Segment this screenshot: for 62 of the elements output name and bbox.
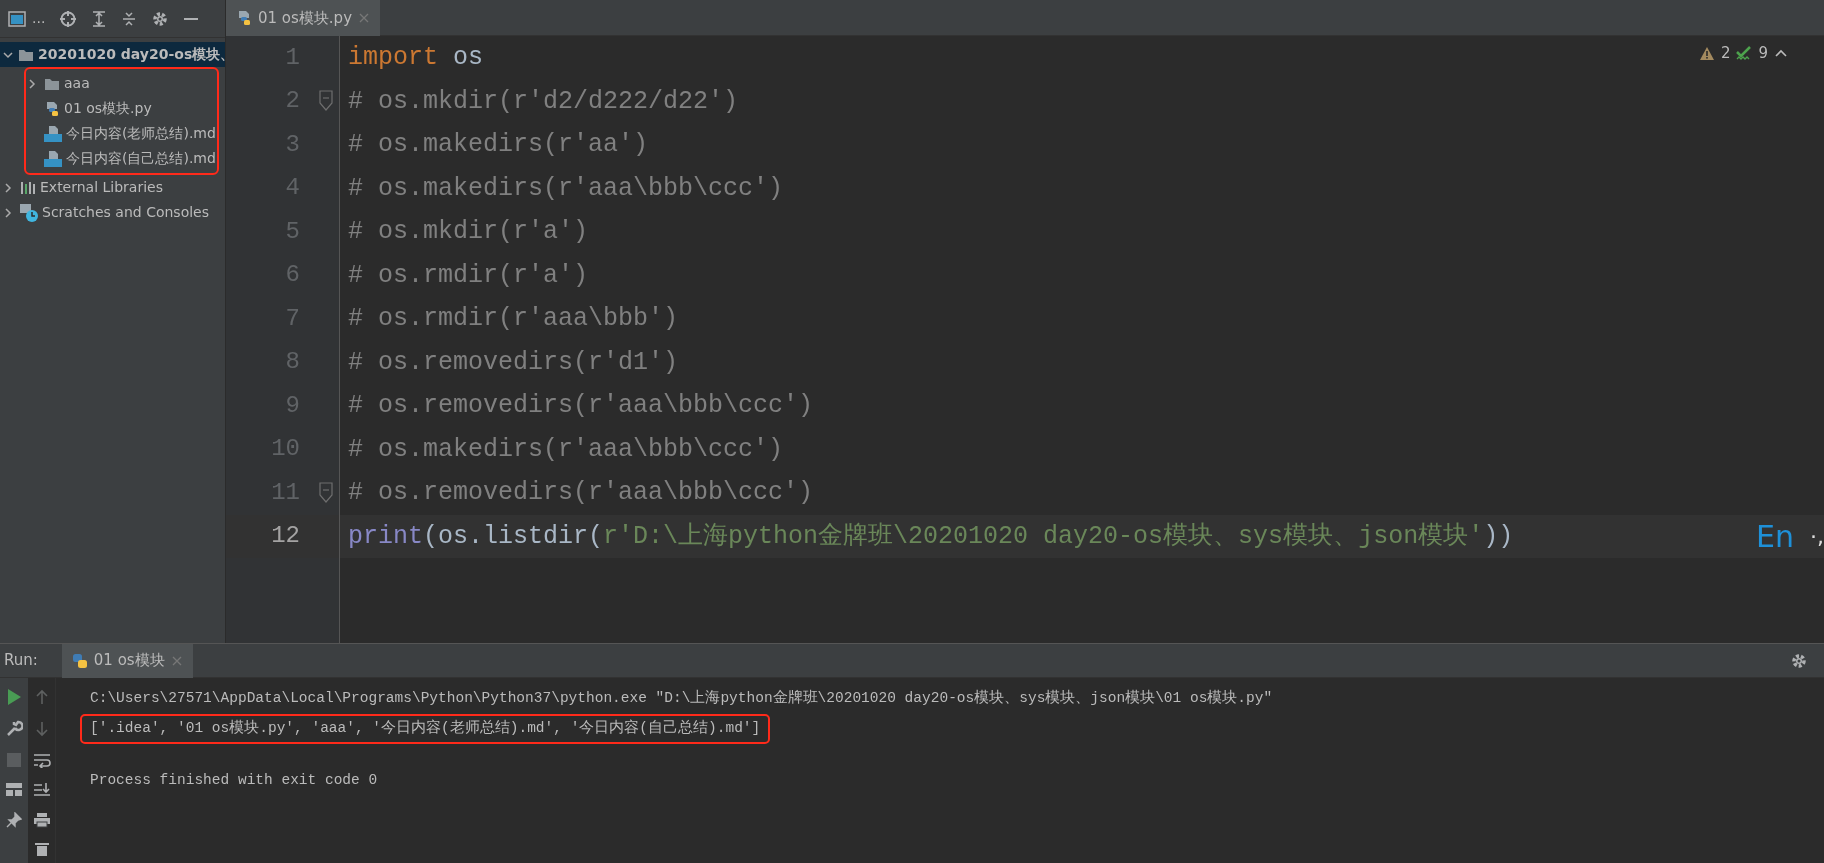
tree-item[interactable]: External Libraries — [0, 175, 225, 200]
collapse-all-icon[interactable] — [121, 9, 138, 28]
wrench-icon[interactable] — [5, 720, 23, 738]
code-line: # os.removedirs(r'd1') — [348, 346, 679, 379]
chevron-up-icon[interactable] — [1774, 48, 1788, 59]
code-line: # os.makedirs(r'aaa\bbb\ccc') — [348, 433, 784, 466]
code-line: import os — [348, 42, 484, 74]
settings-icon[interactable] — [1790, 651, 1808, 670]
code-line: # os.removedirs(r'aaa\bbb\ccc') — [348, 477, 814, 509]
code-line: # os.mkdir(r'd2/d222/d22') — [348, 85, 739, 118]
file-tab[interactable]: 01 os模块.py — [226, 0, 380, 36]
settings-icon[interactable] — [151, 9, 170, 28]
scroll-to-end-icon[interactable] — [32, 782, 51, 798]
line-number: 12 — [270, 521, 300, 552]
console-output: ['.idea', '01 os模块.py', 'aaa', '今日内容(老师总结).md', '今日内容(自己总结).md'] — [90, 718, 761, 739]
tree-item[interactable]: 01 os模块.py — [26, 96, 217, 121]
warning-icon — [1698, 45, 1715, 61]
warning-count: 2 — [1720, 43, 1731, 64]
code-line: # os.makedirs(r'aaa\bbb\ccc') — [348, 172, 784, 205]
python-file-icon — [236, 10, 252, 26]
code-line: print(os.listdir(r'D:\上海python金牌班\20201020 day20-os模块、sys模块、json模块')) — [348, 520, 1514, 553]
library-icon — [20, 180, 36, 195]
typo-count: 9 — [1758, 43, 1768, 64]
ime-punctuation-indicator: ·, — [1810, 522, 1824, 551]
run-icon[interactable] — [6, 688, 22, 706]
folder-icon — [44, 76, 60, 91]
tree-item[interactable]: Scratches and Consoles — [0, 200, 225, 225]
chevron-right-icon[interactable] — [2, 181, 14, 194]
markdown-file-icon — [44, 125, 62, 142]
process-status: Process finished with exit code 0 — [90, 771, 378, 791]
code-line: # os.removedirs(r'aaa\bbb\ccc') — [348, 390, 814, 422]
markdown-file-icon — [44, 150, 62, 167]
tree-item[interactable]: 20201020 day20-os模块、 — [0, 42, 225, 67]
code-line: # os.mkdir(r'a') — [348, 216, 589, 248]
panel-title: ... — [32, 9, 46, 28]
code-line: # os.rmdir(r'aaa\bbb') — [348, 303, 679, 335]
command-line-text: C:\Users\27571\AppData\Local\Programs\Python\Python37\python.exe "D:\上海python金牌班\20201020 day20-os模块、sys模块、json模块\01 os模块.py" — [90, 688, 1273, 709]
tree-item[interactable]: 今日内容(自己总结).md — [26, 146, 217, 171]
tree-item[interactable]: 今日内容(老师总结).md — [26, 121, 217, 146]
print-icon[interactable] — [32, 812, 51, 828]
locate-target-icon[interactable] — [59, 9, 78, 28]
expand-all-icon[interactable] — [91, 9, 108, 28]
code-line: # os.rmdir(r'a') — [348, 259, 589, 292]
folder-icon — [18, 47, 34, 62]
soft-wrap-icon[interactable] — [32, 752, 51, 768]
code-line: # os.makedirs(r'aa') — [348, 129, 649, 161]
window-icon[interactable] — [8, 10, 26, 27]
trash-icon[interactable] — [33, 842, 50, 856]
chevron-right-icon[interactable] — [26, 77, 38, 90]
ime-mode-indicator: En — [1756, 517, 1794, 556]
typo-check-icon — [1736, 45, 1753, 61]
run-tab[interactable]: 01 os模块 — [61, 643, 193, 678]
chevron-right-icon[interactable] — [2, 206, 14, 219]
tree-item[interactable]: aaa — [26, 71, 217, 96]
scratch-clock-icon — [20, 203, 38, 222]
fold-marker-icon[interactable] — [319, 481, 333, 504]
run-label: Run: — [4, 650, 38, 672]
layout-icon[interactable] — [5, 782, 23, 798]
pin-icon[interactable] — [6, 812, 22, 828]
fold-marker-icon[interactable] — [319, 90, 333, 113]
python-file-icon — [44, 100, 60, 117]
python-icon — [71, 652, 88, 669]
